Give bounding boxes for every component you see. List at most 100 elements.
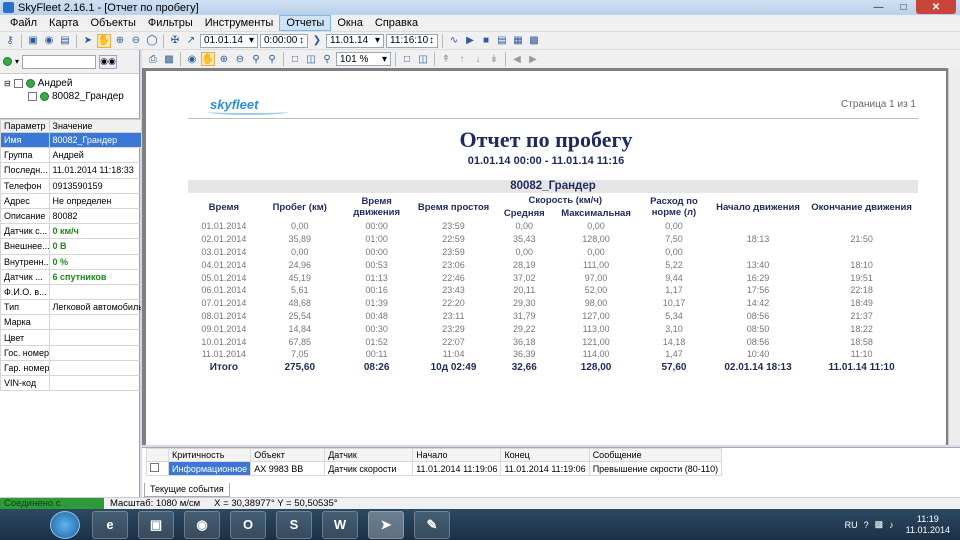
tree-node-vehicle[interactable]: 80082_Грандер <box>4 90 135 103</box>
table-row[interactable]: Адрес Не определен <box>0 192 142 209</box>
minimize-button[interactable]: — <box>866 0 891 14</box>
vertical-scrollbar[interactable] <box>948 68 960 445</box>
table-row[interactable]: Описание 80082 <box>0 207 142 225</box>
chrome-icon[interactable]: ◉ <box>184 510 220 539</box>
maximize-button[interactable]: □ <box>891 0 916 14</box>
forward-icon[interactable]: ▶ <box>526 52 540 66</box>
hand-icon[interactable]: ✋ <box>201 52 215 66</box>
menu-objects[interactable]: Объекты <box>84 16 141 30</box>
zoom-icon[interactable]: ⚲ <box>265 52 279 66</box>
skyfleet-icon[interactable]: ➤ <box>368 510 404 539</box>
table-cell: 11.01.2014 <box>201 349 247 360</box>
menu-tools[interactable]: Инструменты <box>199 16 280 30</box>
folder-icon[interactable]: ▣ <box>138 510 174 539</box>
export-icon[interactable]: ▩ <box>162 52 176 66</box>
table-row[interactable]: Гос. номер <box>0 344 142 361</box>
route-icon[interactable]: ↗ <box>184 34 198 48</box>
checkbox[interactable] <box>28 92 37 101</box>
date-from-field[interactable]: 01.01.14 ▾ <box>200 33 258 48</box>
collapse-icon[interactable]: ⊟ <box>4 79 11 88</box>
table-row[interactable]: Датчик ... 6 спутников <box>0 268 142 285</box>
menu-help[interactable]: Справка <box>369 16 424 30</box>
table-row[interactable]: Информационное АХ 9983 ВВ Датчик скорост… <box>146 461 723 476</box>
hand-icon[interactable]: ✋ <box>97 33 111 48</box>
table-row[interactable]: Датчик с... 0 км/ч <box>0 223 142 240</box>
globe-icon[interactable]: ◉ <box>42 34 56 48</box>
menu-file[interactable]: Файл <box>4 16 43 30</box>
pointer-icon[interactable]: ➤ <box>81 34 95 48</box>
first-page-icon[interactable]: ↟ <box>439 52 453 66</box>
table-row[interactable]: Ф.И.О. в... <box>0 283 142 301</box>
checkbox[interactable] <box>150 463 159 472</box>
fit-width-icon[interactable]: ◫ <box>304 52 318 66</box>
table-row[interactable]: Имя 80082_Грандер <box>0 131 142 149</box>
table-row[interactable]: Телефон 0913590159 <box>0 177 142 194</box>
outlook-icon[interactable]: O <box>230 510 266 539</box>
row-checkbox-cell[interactable] <box>146 461 169 476</box>
menu-filters[interactable]: Фильтры <box>142 16 199 30</box>
menu-windows[interactable]: Окна <box>331 16 369 30</box>
volume-icon[interactable]: ♪ <box>889 520 894 530</box>
chart-icon[interactable]: ▤ <box>495 34 509 48</box>
next-page-icon[interactable]: ↓ <box>471 52 485 66</box>
checkbox[interactable] <box>13 79 23 88</box>
magnify-icon[interactable]: ⚲ <box>320 52 334 66</box>
clock[interactable]: 11:19 11.01.2014 <box>906 514 950 536</box>
network-icon[interactable]: ▩ <box>875 519 884 530</box>
table-row[interactable]: VIN-код <box>0 374 142 392</box>
back-icon[interactable]: ◀ <box>510 52 524 66</box>
track-icon[interactable]: ∿ <box>447 34 461 48</box>
zoom-in-icon[interactable]: ⊕ <box>217 52 231 66</box>
stop-icon[interactable]: ■ <box>479 34 493 48</box>
menu-map[interactable]: Карта <box>43 16 84 30</box>
fit-page-icon[interactable]: □ <box>288 52 302 66</box>
play-icon[interactable]: ▶ <box>463 34 477 48</box>
camera-icon[interactable]: ▤ <box>58 34 72 48</box>
key-icon[interactable]: ⚷ <box>3 34 17 48</box>
table-row[interactable]: Внешнее... 0 В <box>0 238 142 255</box>
language-indicator[interactable]: RU <box>845 520 858 530</box>
table-row[interactable]: Последн... 11.01.2014 11:18:33 <box>0 162 142 179</box>
table-row[interactable]: Цвет <box>0 329 142 346</box>
table-row[interactable]: Внутренн... 0 % <box>0 253 142 270</box>
multi-page-icon[interactable]: ◫ <box>416 52 430 66</box>
arrow-right-icon[interactable]: ❯ <box>310 34 324 48</box>
pin-icon[interactable]: ✠ <box>168 34 182 48</box>
table-row[interactable]: Гар. номер <box>0 359 142 377</box>
word-icon[interactable]: W <box>322 510 358 539</box>
start-button[interactable] <box>50 510 80 539</box>
status-icon[interactable] <box>3 57 12 66</box>
close-button[interactable]: ✕ <box>916 0 956 14</box>
menu-reports[interactable]: Отчеты <box>279 15 332 31</box>
help-icon[interactable]: ? <box>864 520 869 530</box>
single-page-icon[interactable]: □ <box>400 52 414 66</box>
last-page-icon[interactable]: ↡ <box>487 52 501 66</box>
search-input[interactable] <box>22 54 97 69</box>
table-cell: 05.01.2014 <box>201 272 247 283</box>
ie-icon[interactable]: e <box>92 510 128 539</box>
time-from-field[interactable]: 0:00:00 ↕ <box>260 33 308 48</box>
time-to-field[interactable]: 11:16:10 ↕ <box>386 33 438 48</box>
table-row[interactable]: Марка <box>0 314 142 331</box>
folder-icon[interactable]: ▣ <box>26 34 40 48</box>
tab-current-events[interactable]: Текущие события <box>144 483 230 497</box>
table-row[interactable]: Группа Андрей <box>0 147 142 164</box>
skype-icon[interactable]: S <box>276 510 312 539</box>
paint-icon[interactable]: ✎ <box>414 510 450 539</box>
zoom-icon[interactable]: ⚲ <box>249 52 263 66</box>
zoom-in-icon[interactable]: ⊕ <box>113 34 127 48</box>
report-icon[interactable]: ▦ <box>511 34 525 48</box>
zoom-select[interactable]: 101 % ▾ <box>336 52 391 66</box>
tree-node-group[interactable]: ⊟ Андрей <box>4 77 135 90</box>
zoom-out-icon[interactable]: ⊖ <box>129 34 143 48</box>
date-to-field[interactable]: 11.01.14 ▾ <box>326 33 384 48</box>
table-row[interactable]: Тип Легковой автомобиль <box>0 299 142 316</box>
export-icon[interactable]: ▩ <box>527 34 541 48</box>
find-icon[interactable]: ◉ <box>185 52 199 66</box>
prev-page-icon[interactable]: ↑ <box>455 52 469 66</box>
binoculars-icon[interactable]: ◉◉ <box>99 54 118 69</box>
zoom-out-icon[interactable]: ⊖ <box>233 52 247 66</box>
chevron-down-icon[interactable]: ▾ <box>15 57 19 66</box>
measure-icon[interactable]: ◯ <box>145 34 159 48</box>
print-icon[interactable]: ⎙ <box>146 52 160 66</box>
